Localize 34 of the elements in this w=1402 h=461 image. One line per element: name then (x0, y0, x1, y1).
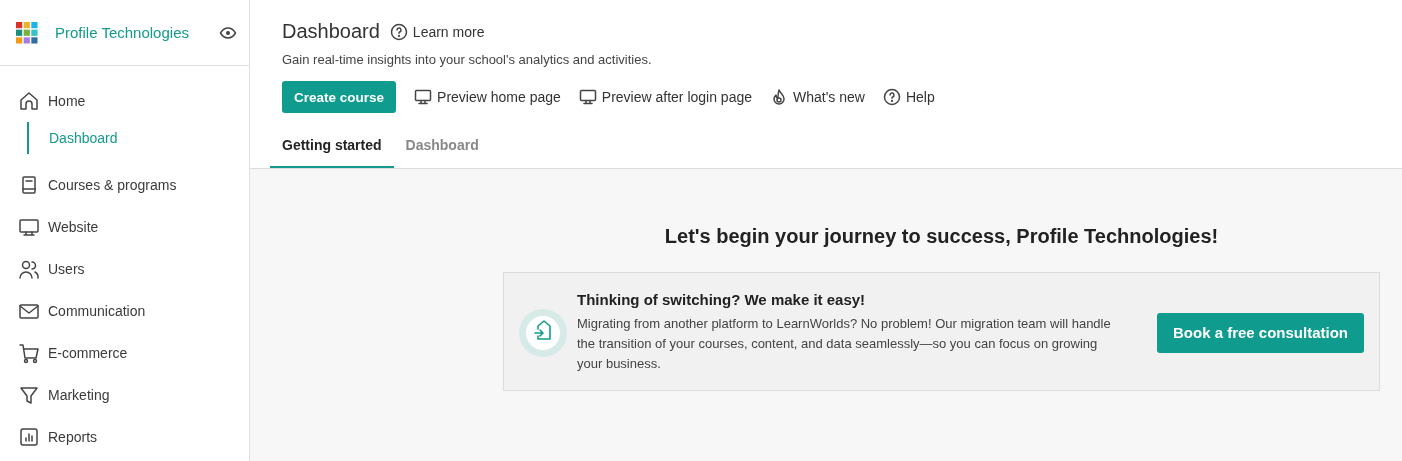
cart-icon (18, 342, 40, 364)
banner-title: Thinking of switching? We make it easy! (577, 291, 867, 308)
nav-item[interactable]: E-commerce (0, 332, 249, 374)
help-icon (389, 22, 408, 41)
banner-text: Migrating from another platform to LearnWorlds? No problem! Our migration team will handle the transition of your courses, content, and data seamlessly—so you can focus on growing your business. (577, 315, 1112, 373)
nav-item[interactable]: Users (0, 248, 249, 290)
logo-icon (16, 21, 38, 44)
migration-icon (519, 308, 567, 357)
users-icon (18, 258, 40, 280)
nav-subitem[interactable]: Dashboard (27, 122, 249, 154)
page-title: Dashboard (282, 20, 380, 43)
help-icon (882, 88, 901, 106)
toolbar-link[interactable]: Help (882, 88, 935, 106)
flame-icon (770, 88, 788, 106)
monitor-icon (414, 88, 433, 106)
toolbar-link[interactable]: Preview after login page (578, 88, 752, 106)
welcome-heading: Let's begin your journey to success, Profile Technologies! (663, 225, 1220, 248)
nav-item[interactable]: Communication (0, 290, 249, 332)
nav-item[interactable]: Home (0, 80, 249, 122)
nav-item[interactable]: Reports (0, 416, 249, 458)
funnel-icon (18, 384, 40, 406)
nav-item[interactable]: Marketing (0, 374, 249, 416)
nav-item[interactable]: Website (0, 206, 249, 248)
toolbar-link[interactable]: Preview home page (414, 88, 561, 106)
monitor-icon (18, 216, 40, 238)
nav-item[interactable]: Courses & programs (0, 164, 249, 206)
learn-more-link[interactable]: Learn more (389, 22, 485, 41)
tab[interactable]: Dashboard (393, 129, 491, 168)
brand-name: Profile Technologies (55, 24, 190, 41)
chart-icon (18, 426, 40, 448)
page-subtitle: Gain real-time insights into your school's analytics and activities. (282, 52, 653, 67)
house-icon (18, 90, 40, 112)
monitor-icon (578, 88, 597, 106)
toolbar-link[interactable]: What's new (770, 88, 865, 106)
